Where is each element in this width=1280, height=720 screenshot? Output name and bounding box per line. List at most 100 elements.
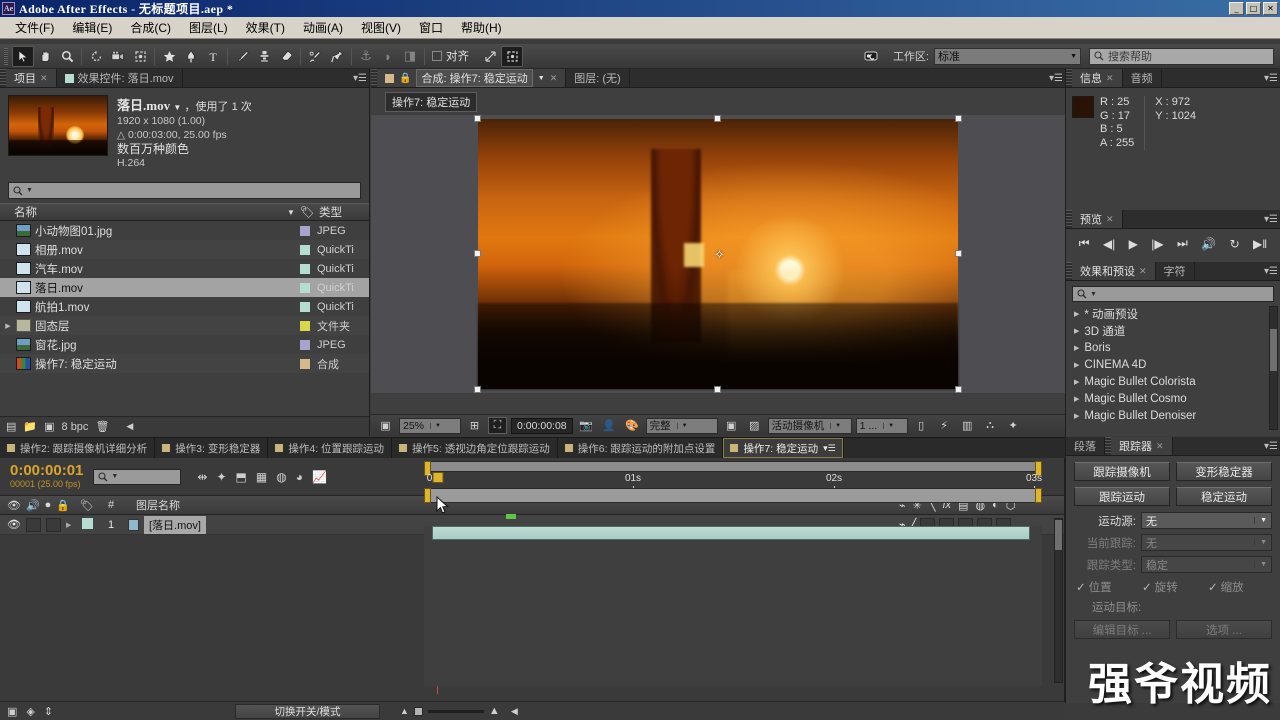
- table-row[interactable]: 窗花.jpg JPEG: [0, 335, 369, 354]
- snapshot-icon[interactable]: 📷: [577, 417, 596, 434]
- selection-tool[interactable]: [12, 45, 34, 67]
- tab-composition[interactable]: 🔒 合成: 操作7: 稳定运动 ▼ ✕: [377, 69, 567, 87]
- panel-menu-icon[interactable]: ▾☰: [1262, 262, 1280, 280]
- close-icon[interactable]: ✕: [1106, 73, 1114, 84]
- timeline-vertical-scrollbar[interactable]: [1054, 518, 1063, 683]
- region-of-interest-icon[interactable]: ⛶: [488, 417, 507, 434]
- minimize-button[interactable]: _: [1229, 2, 1244, 15]
- shape-tool[interactable]: [158, 46, 180, 67]
- label-swatch[interactable]: [300, 358, 310, 369]
- new-folder-icon[interactable]: 📁: [23, 420, 37, 433]
- delete-icon[interactable]: 🗑: [95, 420, 109, 433]
- go-to-end-button[interactable]: ⏭: [1177, 236, 1188, 251]
- breadcrumb-comp-name[interactable]: 操作7: 稳定运动: [385, 92, 478, 112]
- menu-item-3[interactable]: 图层(L): [180, 17, 237, 38]
- solo-switch-icon[interactable]: ●: [45, 499, 52, 511]
- transparency-grid-icon[interactable]: ▨: [745, 417, 764, 434]
- sort-chevron-icon[interactable]: ▼: [283, 208, 299, 217]
- previous-frame-button[interactable]: ◀|: [1103, 237, 1115, 251]
- close-icon[interactable]: ✕: [1106, 214, 1114, 225]
- current-timecode[interactable]: 0:00:00:01: [10, 463, 83, 479]
- effects-search-input[interactable]: ▼: [1072, 286, 1274, 302]
- workspace-select[interactable]: 标准 ▼: [934, 47, 1081, 65]
- expand-arrow-icon[interactable]: ▶: [1074, 361, 1079, 369]
- maximize-button[interactable]: □: [1246, 2, 1261, 15]
- grid-guides-icon[interactable]: ⊞: [465, 417, 484, 434]
- label-swatch[interactable]: [300, 244, 310, 255]
- comp-timecode[interactable]: 0:00:00:08: [511, 417, 573, 434]
- zoom-level-select[interactable]: 25% ▼: [399, 417, 461, 434]
- selection-handle-ml[interactable]: [474, 250, 481, 257]
- chevron-down-icon[interactable]: ▼: [173, 103, 181, 112]
- timeline-tab-3[interactable]: 操作5: 透视边角定位跟踪运动: [392, 438, 558, 458]
- timeline-ruler[interactable]: 0s01s02s03s: [424, 458, 1042, 503]
- roto-brush-tool[interactable]: [304, 46, 326, 67]
- timeline-link-icon[interactable]: ▥: [958, 417, 977, 434]
- menu-item-4[interactable]: 效果(T): [237, 17, 294, 38]
- layer-label-swatch[interactable]: [74, 517, 100, 532]
- channels-icon[interactable]: 🎨: [623, 417, 642, 434]
- lock-switch-icon[interactable]: 🔒: [56, 499, 70, 512]
- column-name-label[interactable]: 名称: [0, 204, 283, 220]
- toggle-switches-modes-button[interactable]: 切换开关/模式: [235, 703, 380, 719]
- draft-3d-icon[interactable]: ✦: [216, 470, 226, 484]
- effects-scrollbar[interactable]: [1269, 306, 1278, 430]
- composition-viewer[interactable]: ✧: [371, 115, 1065, 393]
- selection-handle-bl[interactable]: [474, 386, 481, 393]
- label-swatch[interactable]: [300, 225, 310, 236]
- layer-clip-bar[interactable]: [432, 514, 1030, 540]
- new-comp-icon[interactable]: ▤: [6, 420, 16, 433]
- play-button[interactable]: ▶: [1129, 237, 1138, 251]
- timeline-tab-1[interactable]: 操作3: 变形稳定器: [155, 438, 269, 458]
- timeline-scroll-bar[interactable]: [424, 461, 1042, 476]
- audio-toggle-button[interactable]: 🔊: [1201, 237, 1216, 251]
- selection-handle-tc[interactable]: [714, 115, 721, 122]
- graph-editor-icon[interactable]: 📈: [312, 470, 327, 484]
- panel-menu-icon[interactable]: ▾☰: [1262, 69, 1280, 87]
- inout-panel-icon[interactable]: ⇕: [44, 705, 53, 718]
- frame-blending-icon[interactable]: ▦: [256, 470, 267, 484]
- resolution-select[interactable]: 完整 ▼: [645, 417, 718, 434]
- panel-menu-icon[interactable]: ▾☰: [823, 443, 836, 454]
- label-column-icon[interactable]: 🏷: [74, 499, 100, 512]
- show-snapshot-icon[interactable]: 👤: [600, 417, 619, 434]
- snapping-toggle[interactable]: [501, 45, 523, 67]
- current-time-indicator[interactable]: [432, 472, 444, 483]
- selection-handle-br[interactable]: [955, 386, 962, 393]
- lock-icon[interactable]: 🔒: [399, 73, 411, 84]
- menu-item-2[interactable]: 合成(C): [121, 17, 180, 38]
- layer-switches-icon[interactable]: ▣: [7, 705, 17, 718]
- menu-item-7[interactable]: 窗口: [410, 17, 452, 38]
- toolbar-grip[interactable]: [4, 47, 8, 65]
- tab-preview[interactable]: 预览 ✕: [1072, 210, 1123, 228]
- selection-handle-tr[interactable]: [955, 115, 962, 122]
- chevron-down-icon[interactable]: ▼: [1090, 291, 1097, 298]
- expand-arrow-icon[interactable]: ▶: [1074, 310, 1079, 318]
- timeline-tab-4[interactable]: 操作6: 跟踪运动的附加点设置: [558, 438, 724, 458]
- panel-menu-icon[interactable]: ▾☰: [351, 69, 369, 87]
- rotation-tool[interactable]: [85, 46, 107, 67]
- layer-name-label[interactable]: [落日.mov]: [144, 515, 206, 534]
- camera-select[interactable]: 活动摄像机 ▼: [767, 417, 852, 434]
- layer-expand-arrow-icon[interactable]: ▶: [66, 521, 71, 529]
- ram-preview-button[interactable]: ▶‖: [1253, 237, 1267, 251]
- table-row[interactable]: 小动物图01.jpg JPEG: [0, 221, 369, 240]
- tab-effects-presets[interactable]: 效果和预设 ✕: [1072, 262, 1156, 280]
- zoom-slider-track[interactable]: [427, 709, 484, 713]
- video-switch-icon[interactable]: 👁: [7, 499, 21, 512]
- motion-source-select[interactable]: 无 ▼: [1141, 512, 1272, 529]
- effects-scrollbar-thumb[interactable]: [1270, 329, 1277, 371]
- tab-layer[interactable]: 图层: (无): [566, 69, 630, 87]
- chevron-down-icon[interactable]: ▼: [26, 187, 33, 194]
- project-search-input[interactable]: ▼: [8, 182, 361, 199]
- go-to-start-button[interactable]: ⏮: [1079, 236, 1090, 251]
- transfer-controls-icon[interactable]: ◈: [26, 705, 34, 718]
- expand-arrow-icon[interactable]: ▶: [1074, 378, 1079, 386]
- snap-tool[interactable]: [479, 46, 501, 67]
- composition-mini-flowchart-icon[interactable]: ⇹: [197, 470, 207, 484]
- zoom-slider-knob[interactable]: [413, 706, 423, 716]
- label-column-icon[interactable]: 🏷: [299, 205, 315, 219]
- zoom-out-icon[interactable]: ▲: [400, 706, 409, 716]
- audio-switch-icon[interactable]: 🔊: [26, 499, 40, 512]
- layer-solo-toggle[interactable]: [45, 517, 61, 532]
